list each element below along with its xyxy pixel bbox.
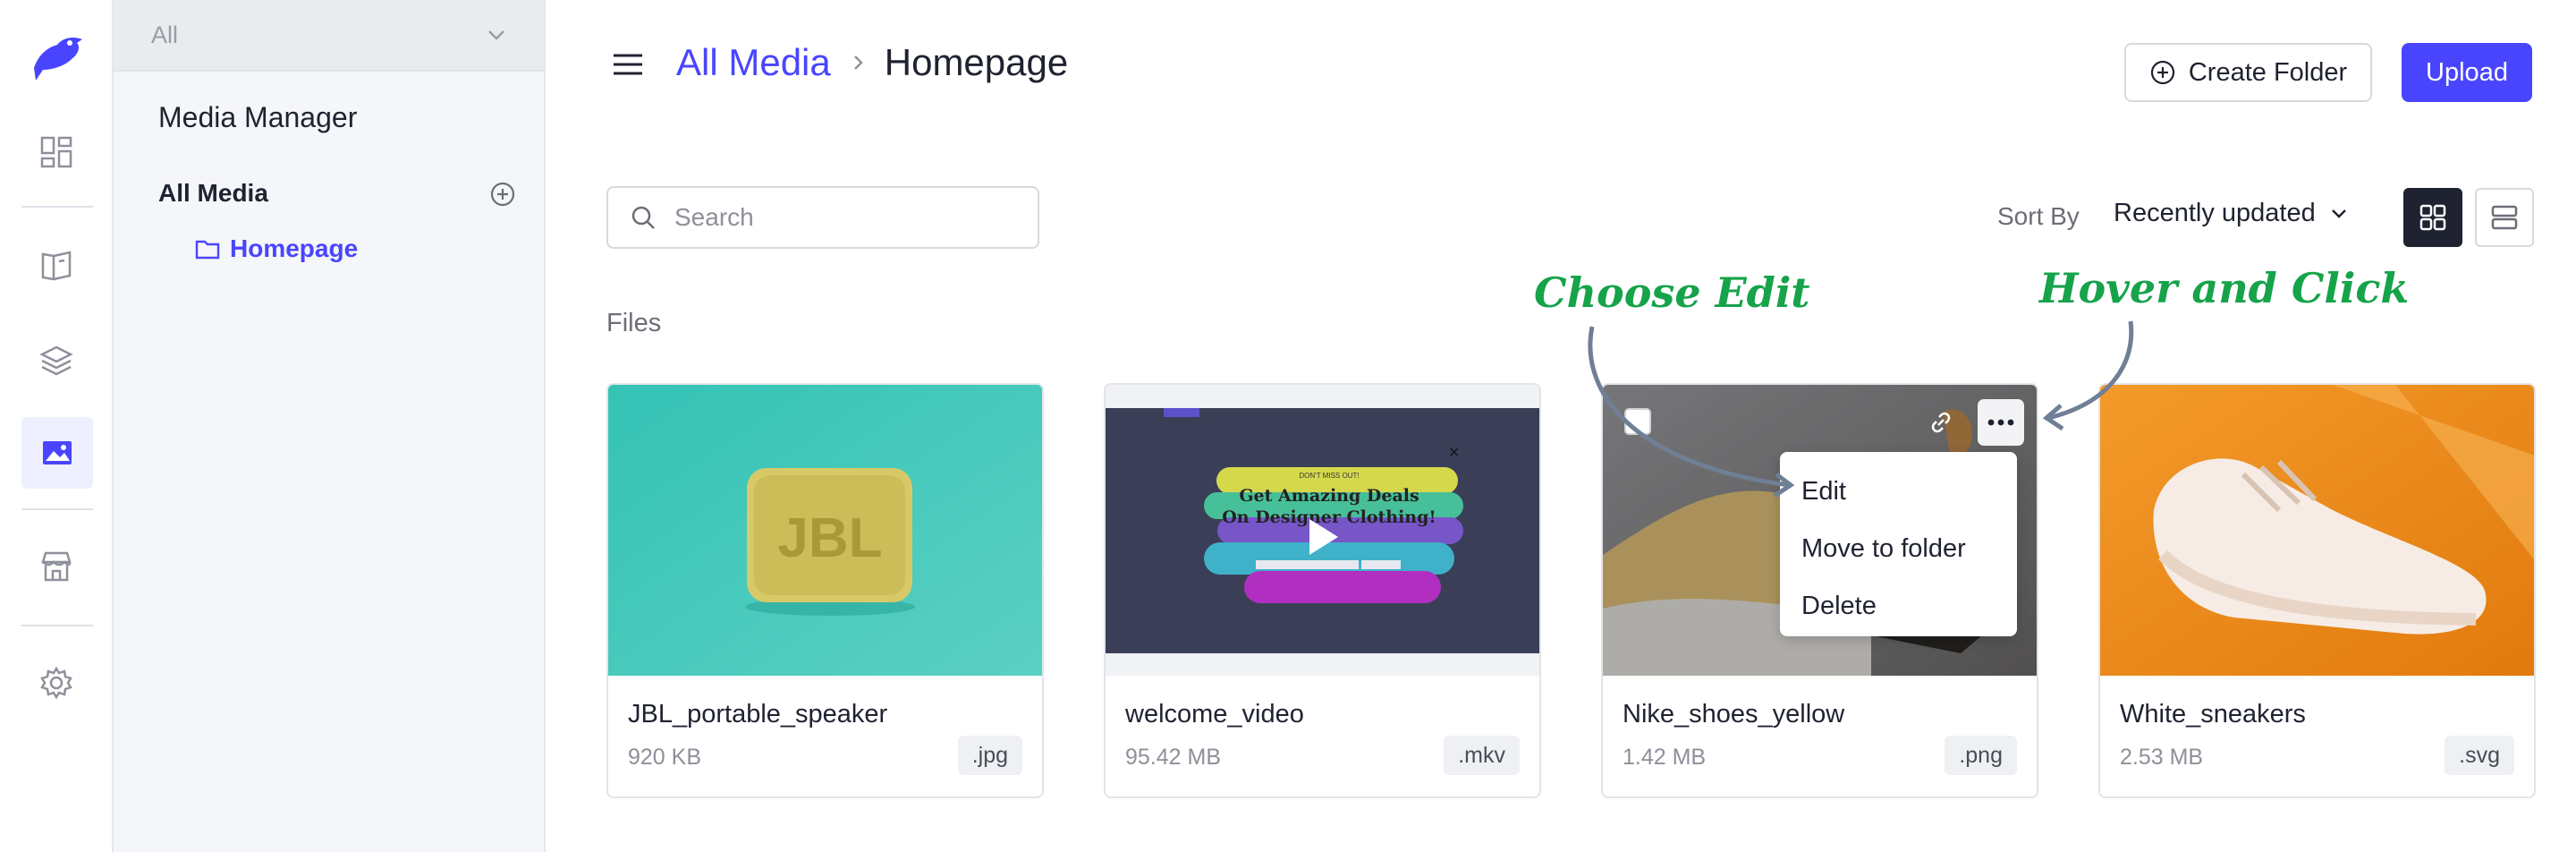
svg-text:On Designer Clothing!: On Designer Clothing! <box>1222 507 1436 527</box>
svg-text:Get Amazing Deals: Get Amazing Deals <box>1239 486 1419 506</box>
files-section-label: Files <box>606 309 662 337</box>
main-nav-rail <box>0 0 114 852</box>
file-thumbnail: JBL <box>608 385 1042 676</box>
store-icon[interactable] <box>27 537 86 596</box>
file-thumbnail: DON'T MISS OUT! Get Amazing Deals On Des… <box>1106 385 1539 676</box>
file-name: Nike_shoes_yellow <box>1623 700 1845 728</box>
breadcrumb-current: Homepage <box>884 41 1069 83</box>
file-size: 2.53 MB <box>2120 745 2204 770</box>
search-icon <box>631 206 655 229</box>
link-icon[interactable] <box>1927 408 1955 437</box>
file-size: 1.42 MB <box>1623 745 1707 770</box>
speaker-brand: JBL <box>777 507 882 569</box>
file-extension-badge: .png <box>1945 736 2017 775</box>
create-folder-label: Create Folder <box>2188 57 2348 87</box>
file-size: 920 KB <box>628 745 702 770</box>
grid-icon <box>2419 204 2446 231</box>
file-card[interactable]: DON'T MISS OUT! Get Amazing Deals On Des… <box>1104 383 1541 798</box>
file-extension-badge: .svg <box>2445 736 2514 775</box>
menu-item-move-to-folder[interactable]: Move to folder <box>1780 520 2017 577</box>
locale-select[interactable]: All <box>114 0 544 72</box>
file-context-menu: Edit Move to folder Delete <box>1780 452 2017 636</box>
main-content: All Media Homepage Create Folder Upload … <box>546 0 2576 852</box>
sort-select-value: Recently updated <box>2114 199 2316 227</box>
annotation-arrow-edit <box>1588 326 1795 498</box>
breadcrumb-all-media[interactable]: All Media <box>676 41 831 84</box>
video-kicker: DON'T MISS OUT! <box>1299 472 1359 480</box>
list-icon <box>2491 205 2518 230</box>
more-actions-button[interactable] <box>1978 399 2024 446</box>
sort-select[interactable]: Recently updated <box>2114 199 2350 228</box>
annotation-choose-edit: Choose Edit <box>1534 268 1810 317</box>
svg-text:×: × <box>1448 443 1460 460</box>
sort-by-label: Sort By <box>1997 202 2080 230</box>
add-folder-icon[interactable] <box>489 181 516 208</box>
locale-select-value: All <box>151 21 179 48</box>
file-card[interactable]: White_sneakers 2.53 MB .svg <box>2098 383 2536 798</box>
tree-item-label: Homepage <box>230 234 359 262</box>
bird-logo-icon[interactable] <box>27 30 86 84</box>
chevron-down-icon <box>488 30 504 40</box>
image-icon[interactable] <box>21 417 93 489</box>
chevron-down-icon <box>2331 209 2346 218</box>
list-view-button[interactable] <box>2475 188 2534 247</box>
file-extension-badge: .mkv <box>1444 736 1520 775</box>
file-card[interactable]: JBL JBL_portable_speaker 920 KB .jpg <box>606 383 1044 798</box>
nav-divider <box>21 206 93 208</box>
file-name: White_sneakers <box>2120 700 2306 728</box>
breadcrumb: All Media Homepage <box>676 41 1068 84</box>
search-input[interactable] <box>674 203 1014 232</box>
grid-view-button[interactable] <box>2403 188 2462 247</box>
media-manager-panel: All Media Manager All Media Homepage <box>114 0 546 852</box>
dashboard-grid-icon[interactable] <box>27 123 86 182</box>
layers-icon[interactable] <box>27 331 86 390</box>
search-box <box>606 186 1039 249</box>
book-icon[interactable] <box>27 236 86 295</box>
menu-item-delete[interactable]: Delete <box>1780 577 2017 635</box>
annotation-hover-click: Hover and Click <box>2039 264 2410 312</box>
gear-icon[interactable] <box>27 653 86 712</box>
plus-circle-icon <box>2150 60 2174 85</box>
upload-button[interactable]: Upload <box>2402 43 2532 102</box>
folder-icon <box>195 240 220 260</box>
chevron-right-icon <box>853 55 863 70</box>
nav-divider <box>21 625 93 626</box>
annotation-arrow-more <box>2042 320 2134 431</box>
nav-divider <box>21 508 93 510</box>
file-size: 95.42 MB <box>1125 745 1222 770</box>
panel-title: Media Manager <box>158 101 358 133</box>
file-name: JBL_portable_speaker <box>628 700 888 728</box>
more-dots-icon <box>1987 419 2014 426</box>
file-extension-badge: .jpg <box>957 736 1022 775</box>
menu-item-edit[interactable]: Edit <box>1780 463 2017 520</box>
create-folder-button[interactable]: Create Folder <box>2124 43 2372 102</box>
file-thumbnail <box>2100 385 2534 676</box>
tree-item-homepage[interactable]: Homepage <box>194 234 358 263</box>
file-name: welcome_video <box>1125 700 1304 728</box>
menu-toggle-icon[interactable] <box>610 47 646 82</box>
tree-item-all-media[interactable]: All Media <box>158 179 268 208</box>
